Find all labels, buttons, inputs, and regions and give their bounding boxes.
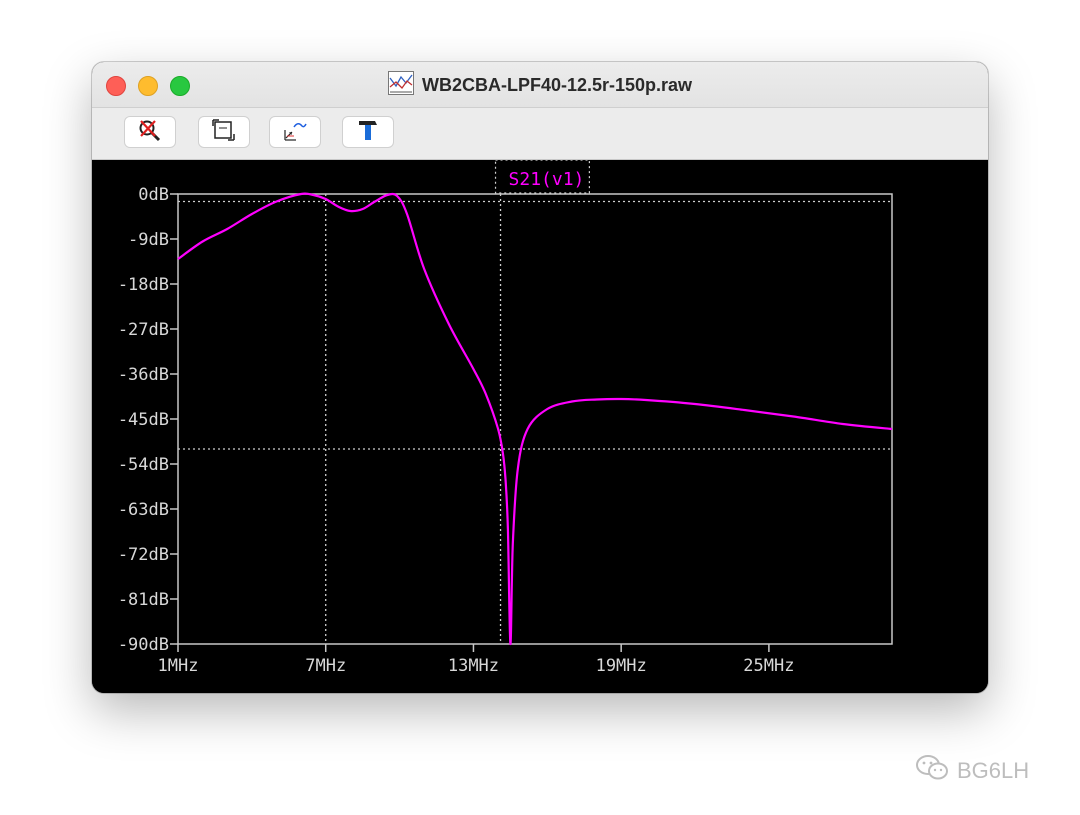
x-tick-label: 19MHz [596,656,647,676]
zoom-cancel-button[interactable] [124,116,176,148]
y-tick-label: -63dB [118,500,169,520]
y-tick-label: -18dB [118,275,169,295]
x-tick-label: 1MHz [158,656,199,676]
toolbar [92,108,988,160]
y-tick-label: -54dB [118,455,169,475]
trace-title: S21(v1) [509,169,585,190]
x-tick-label: 25MHz [743,656,794,676]
x-tick-label: 7MHz [305,656,346,676]
autorange-icon [211,118,237,147]
series-line-s21 [177,192,893,646]
view-plot-icon [282,118,308,147]
waveform-document-icon [387,70,414,100]
y-tick-label: -9dB [128,230,169,250]
hammer-button[interactable] [342,116,394,148]
y-tick-label: -36dB [118,365,169,385]
s21-chart[interactable]: 0dB -9dB -18dB -27dB -36dB -45dB -54dB -63dB -72… [92,159,988,693]
plot-window: WB2CBA-LPF40-12.5r-150p.raw 0dB -9dB -18… [92,62,988,693]
watermark-text: BG6LH [957,758,1030,783]
y-tick-label: -27dB [118,320,169,340]
view-plot-button[interactable] [269,116,321,148]
y-tick-label: -72dB [118,545,169,565]
wechat-icon [915,753,951,789]
y-tick-label: -45dB [118,410,169,430]
y-tick-label: 0dB [138,185,169,205]
plot-area[interactable]: 0dB -9dB -18dB -27dB -36dB -45dB -54dB -63dB -72… [92,159,988,693]
y-tick-label: -90dB [118,635,169,655]
x-tick-label: 13MHz [448,656,499,676]
watermark: BG6LH [915,753,1030,789]
hammer-icon [355,118,381,147]
title-bar: WB2CBA-LPF40-12.5r-150p.raw [92,62,988,108]
zoom-cancel-icon [137,118,163,147]
autorange-button[interactable] [198,116,250,148]
y-tick-label: -81dB [118,590,169,610]
window-title: WB2CBA-LPF40-12.5r-150p.raw [421,74,693,95]
